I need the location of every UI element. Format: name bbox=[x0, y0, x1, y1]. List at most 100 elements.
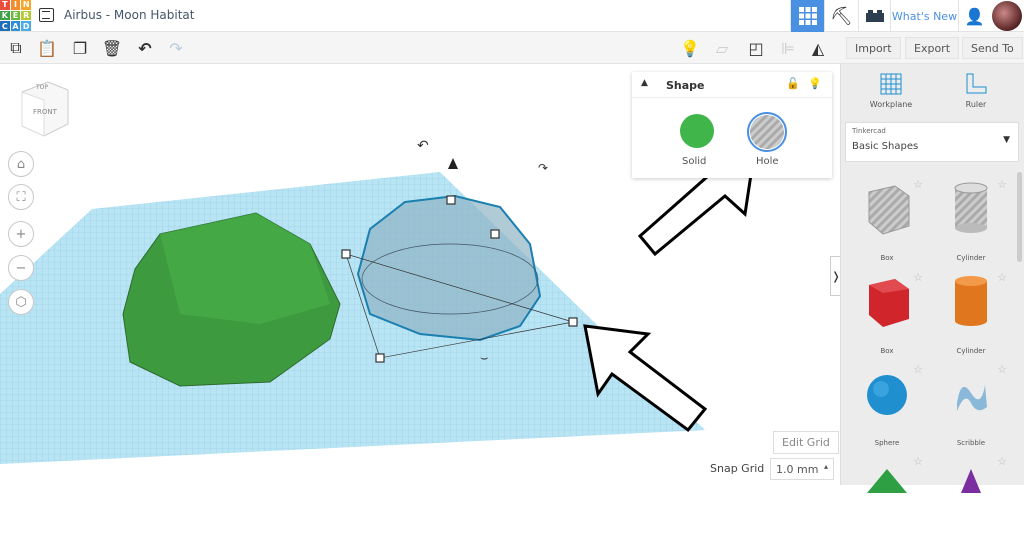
star-icon[interactable]: ☆ bbox=[913, 271, 923, 284]
duplicate-icon[interactable]: ❐ bbox=[70, 38, 90, 58]
expand-panel-handle[interactable]: ❭ bbox=[830, 256, 840, 296]
lightbulb-icon[interactable]: 💡 bbox=[680, 38, 700, 58]
whats-new-link[interactable]: What's New bbox=[890, 0, 958, 32]
star-icon[interactable]: ☆ bbox=[997, 455, 1007, 468]
home-view-button[interactable]: ⌂ bbox=[8, 151, 34, 177]
workplane-icon bbox=[880, 73, 902, 95]
library-source: Tinkercad bbox=[852, 127, 886, 135]
shapes-scrollbar[interactable] bbox=[1017, 172, 1022, 262]
export-button[interactable]: Export bbox=[905, 37, 960, 59]
rotate-handle-up-icon[interactable] bbox=[448, 158, 458, 169]
cube-icon: ⬡ bbox=[15, 294, 27, 310]
top-bar: T I N K E R C A D Airbus - Moon Habitat … bbox=[0, 0, 1024, 32]
star-icon[interactable]: ☆ bbox=[997, 178, 1007, 191]
logo-letter: N bbox=[21, 0, 31, 10]
workplane-tool[interactable]: Workplane bbox=[861, 72, 921, 109]
3d-view-button[interactable] bbox=[790, 0, 824, 32]
grid-icon bbox=[798, 7, 817, 25]
star-icon[interactable]: ☆ bbox=[997, 271, 1007, 284]
library-select[interactable]: Tinkercad Basic Shapes ▼ bbox=[845, 122, 1019, 162]
bricks-button[interactable] bbox=[858, 0, 890, 32]
pickaxe-icon: ⛏ bbox=[830, 5, 853, 27]
add-user-icon: 👤 bbox=[964, 6, 985, 26]
logo-letter: C bbox=[0, 21, 10, 31]
shape-label: Cylinder bbox=[956, 347, 986, 355]
rotate-icon[interactable]: ↷ bbox=[538, 161, 548, 175]
snap-grid-label: Snap Grid bbox=[710, 462, 765, 475]
logo-letter: E bbox=[10, 10, 21, 21]
import-button[interactable]: Import bbox=[846, 37, 901, 59]
library-name: Basic Shapes bbox=[852, 141, 919, 152]
edit-grid-button[interactable]: Edit Grid bbox=[773, 431, 839, 454]
logo-letter: R bbox=[21, 10, 31, 21]
3d-viewport[interactable]: ↶ ↷ ⌣ TOP FRONT ⌂ ⛶ + − ⬡ ▲ Shape 🔓 💡 So… bbox=[0, 64, 840, 485]
logo-letter: A bbox=[10, 21, 21, 31]
snap-grid-value: 1.0 mm bbox=[776, 463, 819, 476]
zoom-in-button[interactable]: + bbox=[8, 221, 34, 247]
align-icon[interactable]: ⊫ bbox=[778, 38, 798, 58]
group-icon[interactable]: ◰ bbox=[746, 38, 766, 58]
dropdown-caret-icon: ▼ bbox=[1003, 135, 1010, 145]
shape-box-hole[interactable]: ☆ Box bbox=[847, 176, 927, 266]
hole-shape[interactable] bbox=[356, 194, 542, 342]
avatar[interactable] bbox=[992, 1, 1022, 31]
fit-icon: ⛶ bbox=[16, 189, 26, 205]
shape-label: Box bbox=[880, 347, 894, 355]
shape-pyramid[interactable]: ☆ bbox=[847, 453, 927, 543]
star-icon[interactable]: ☆ bbox=[913, 455, 923, 468]
solid-button[interactable] bbox=[680, 114, 714, 148]
hole-button[interactable] bbox=[747, 112, 787, 152]
collapse-icon[interactable]: ▲ bbox=[641, 78, 648, 88]
shape-label: Scribble bbox=[956, 439, 986, 447]
perspective-button[interactable]: ⬡ bbox=[8, 289, 34, 315]
tinkercad-logo[interactable]: T I N K E R C A D bbox=[0, 0, 31, 31]
ruler-tool[interactable]: Ruler bbox=[946, 72, 1006, 109]
shape-box[interactable]: ☆ Box bbox=[847, 269, 927, 359]
shape-sphere[interactable]: ☆ Sphere bbox=[847, 361, 927, 451]
copy-icon[interactable]: ⧉ bbox=[6, 38, 26, 58]
undo-icon[interactable]: ↶ bbox=[135, 38, 155, 58]
home-icon: ⌂ bbox=[16, 156, 26, 172]
shape-cylinder-hole[interactable]: ☆ Cylinder bbox=[931, 176, 1011, 266]
invite-user-button[interactable]: 👤 bbox=[958, 0, 990, 32]
rotate-icon[interactable]: ↶ bbox=[417, 138, 429, 154]
hole-label: Hole bbox=[756, 156, 779, 167]
paste-icon[interactable]: 📋 bbox=[37, 38, 57, 58]
solid-label: Solid bbox=[682, 156, 707, 167]
logo-letter: I bbox=[10, 0, 21, 10]
shape-cylinder[interactable]: ☆ Cylinder bbox=[931, 269, 1011, 359]
lightbulb-icon[interactable]: 💡 bbox=[808, 77, 822, 90]
star-icon[interactable]: ☆ bbox=[913, 178, 923, 191]
shape-cone[interactable]: ☆ bbox=[931, 453, 1011, 543]
mirror-icon[interactable]: ◭ bbox=[808, 38, 828, 58]
delete-icon[interactable]: 🗑 bbox=[102, 38, 122, 58]
redo-icon[interactable]: ↷ bbox=[166, 38, 186, 58]
logo-letter: T bbox=[0, 0, 10, 10]
star-icon[interactable]: ☆ bbox=[997, 363, 1007, 376]
fit-view-button[interactable]: ⛶ bbox=[8, 184, 34, 210]
shape-inspector: ▲ Shape 🔓 💡 Solid Hole bbox=[632, 72, 832, 178]
plus-icon: + bbox=[15, 226, 27, 242]
send-to-button[interactable]: Send To bbox=[962, 37, 1023, 59]
minecraft-button[interactable]: ⛏ bbox=[824, 0, 858, 32]
minus-icon: − bbox=[15, 260, 27, 276]
view-cube-front[interactable]: FRONT bbox=[33, 108, 57, 116]
zoom-out-button[interactable]: − bbox=[8, 255, 34, 281]
note-icon[interactable]: ▱ bbox=[712, 38, 732, 58]
lock-icon[interactable]: 🔓 bbox=[786, 77, 800, 90]
shape-scribble[interactable]: ☆ Scribble bbox=[931, 361, 1011, 451]
star-icon[interactable]: ☆ bbox=[913, 363, 923, 376]
ruler-label: Ruler bbox=[965, 100, 987, 109]
design-list-icon[interactable] bbox=[39, 8, 54, 22]
view-cube-top[interactable]: TOP bbox=[36, 84, 48, 91]
shape-label: Cylinder bbox=[956, 254, 986, 262]
view-cube[interactable]: TOP FRONT bbox=[18, 78, 69, 138]
design-title[interactable]: Airbus - Moon Habitat bbox=[64, 8, 194, 22]
rotate-icon[interactable]: ⌣ bbox=[480, 351, 489, 366]
logo-letter: K bbox=[0, 10, 10, 21]
ruler-icon bbox=[966, 73, 987, 94]
workplane-label: Workplane bbox=[869, 100, 913, 109]
shape-panel-title: Shape bbox=[666, 79, 705, 92]
snap-grid-select[interactable]: 1.0 mm ▴ bbox=[770, 458, 834, 480]
shapes-panel: Workplane Ruler Tinkercad Basic Shapes ▼… bbox=[840, 64, 1024, 493]
